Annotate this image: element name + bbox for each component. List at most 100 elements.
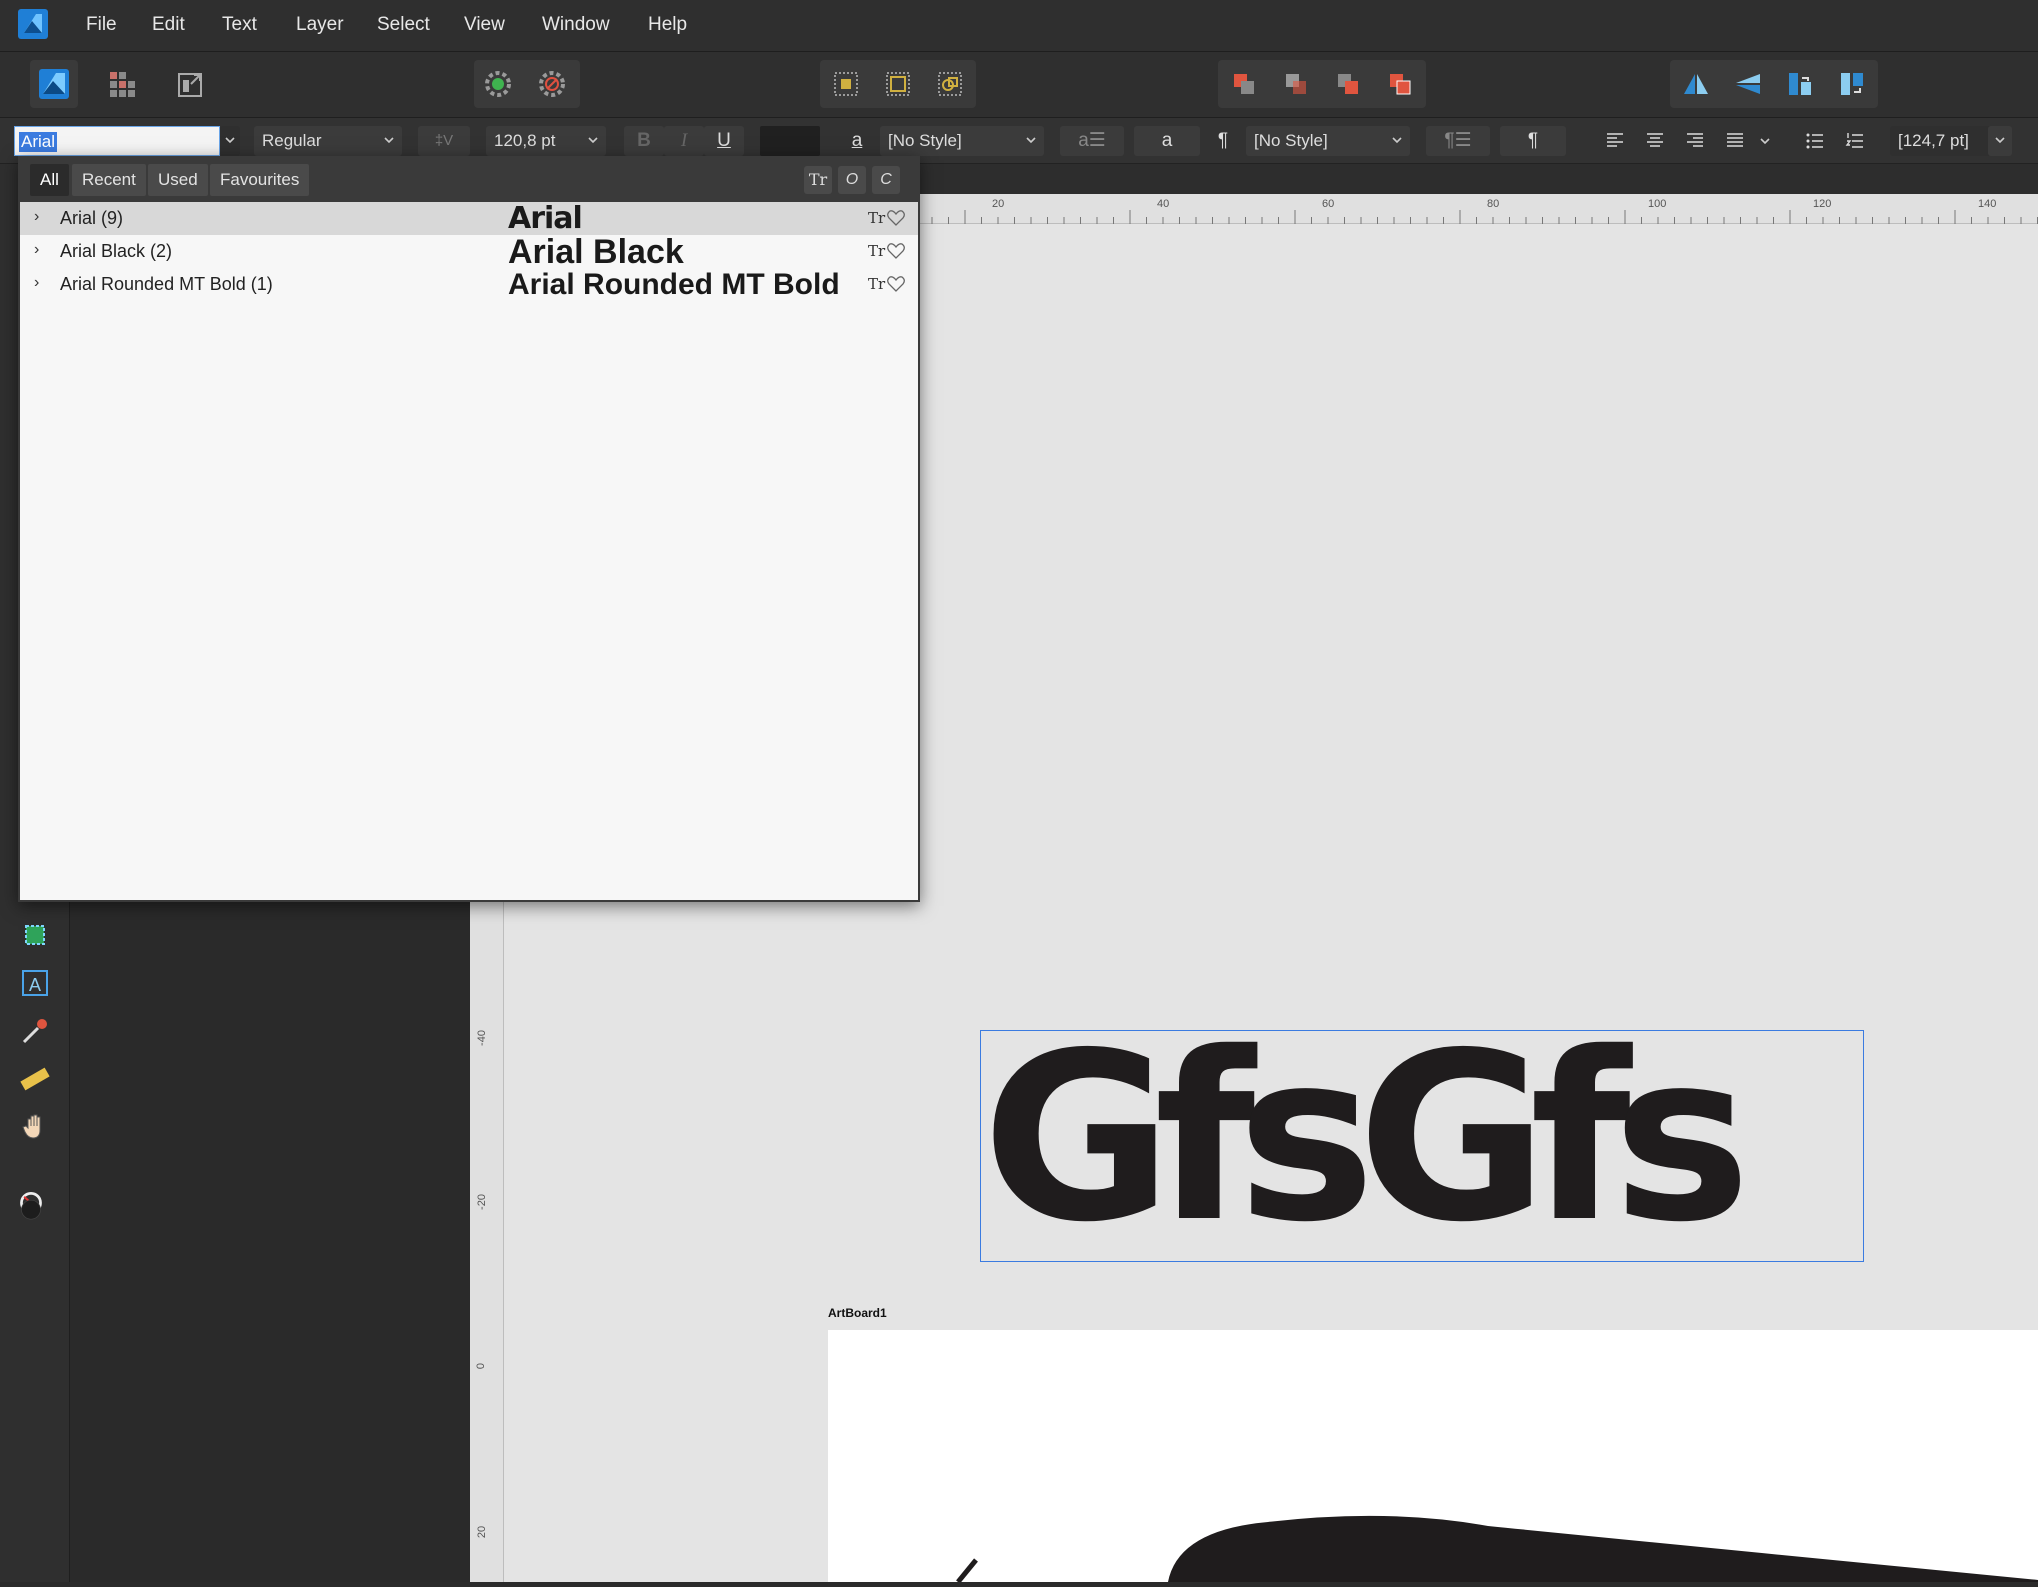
underline-button[interactable]: U [704, 126, 744, 156]
menu-select[interactable]: Select [377, 14, 430, 36]
create-character-style-button[interactable]: a☰ [1060, 126, 1124, 156]
bold-button[interactable]: B [624, 126, 664, 156]
ruler-icon [20, 1067, 50, 1091]
move-back-one-button[interactable] [1272, 60, 1320, 108]
font-row-name: Arial (9) [60, 208, 124, 228]
svg-text:A: A [29, 975, 41, 995]
ruler-tick: 80 [1487, 198, 1500, 210]
font-row-arial[interactable]: › Arial (9) Arial Tr [20, 202, 918, 235]
character-style-preview-button[interactable]: a [1134, 126, 1200, 156]
favourite-heart-icon[interactable] [886, 241, 906, 261]
font-row-preview: Arial Black [508, 235, 684, 269]
chevron-down-icon [1390, 132, 1404, 146]
menu-layer[interactable]: Layer [296, 14, 344, 36]
numbered-list-button[interactable] [1836, 126, 1874, 156]
paragraph-style-preview-button[interactable]: ¶ [1500, 126, 1566, 156]
move-to-back-button[interactable] [1220, 60, 1268, 108]
paragraph-style-dropdown[interactable]: [No Style] [1246, 126, 1410, 156]
artboard-shape [956, 1515, 2038, 1584]
justify-button[interactable] [1716, 126, 1754, 156]
rotate-left-button[interactable] [1776, 60, 1824, 108]
rotate-right-button[interactable] [1828, 60, 1876, 108]
flip-vertical-button[interactable] [1724, 60, 1772, 108]
select-geometry-button[interactable] [926, 60, 974, 108]
menu-window[interactable]: Window [542, 14, 610, 36]
rotate-left-icon [1789, 73, 1811, 95]
chevron-down-icon [1760, 138, 1770, 145]
menu-view[interactable]: View [464, 14, 505, 36]
arrange-back-icon [1234, 74, 1254, 94]
font-row-name: Arial Black (2) [60, 241, 173, 261]
snapping-options-button[interactable] [528, 60, 576, 108]
align-right-button[interactable] [1676, 126, 1714, 156]
expand-arrow-icon[interactable]: › [34, 241, 39, 259]
font-size-field[interactable]: 120,8 pt [486, 126, 606, 156]
move-forward-one-button[interactable] [1324, 60, 1372, 108]
designer-persona-button[interactable] [30, 60, 78, 108]
vector-crop-tool[interactable] [18, 918, 52, 952]
font-row-arial-black[interactable]: › Arial Black (2) Arial Black Tr [20, 235, 918, 269]
align-center-button[interactable] [1636, 126, 1674, 156]
italic-filter-icon[interactable]: O [838, 166, 866, 194]
leading-value: [124,7 pt] [1898, 131, 1969, 150]
ruler-tick: -20 [475, 1194, 488, 1210]
ruler-tick: 140 [1978, 198, 1997, 210]
flip-horizontal-button[interactable] [1672, 60, 1720, 108]
typeface-icon: Tr [868, 275, 886, 293]
character-style-value: [No Style] [888, 131, 962, 150]
selection-shapes-icon [938, 72, 962, 96]
ruler-tick: 60 [1322, 198, 1335, 210]
view-tool[interactable] [18, 1110, 52, 1144]
text-color-swatch[interactable] [760, 126, 820, 156]
justify-dropdown[interactable] [1754, 126, 1776, 156]
favourite-heart-icon[interactable] [886, 208, 906, 228]
frame-text-tool[interactable]: A [18, 966, 52, 1000]
vector-crop-icon [25, 925, 45, 945]
artboard-label[interactable]: ArtBoard1 [828, 1306, 887, 1320]
artistic-text[interactable]: GfsGfs [982, 1008, 1862, 1268]
font-family-dropdown[interactable] [220, 126, 240, 156]
ruler-tick: -40 [475, 1030, 488, 1046]
select-all-button[interactable] [822, 60, 870, 108]
tab-all[interactable]: All [30, 164, 69, 196]
typeface-filter-icon[interactable]: Tr [804, 166, 832, 194]
color-picker-tool[interactable] [18, 1014, 52, 1048]
character-style-dropdown[interactable]: [No Style] [880, 126, 1044, 156]
expand-arrow-icon[interactable]: › [34, 208, 39, 226]
expand-arrow-icon[interactable]: › [34, 274, 39, 292]
ruler-tick: 100 [1648, 198, 1667, 210]
italic-button[interactable]: I [664, 126, 704, 156]
move-to-front-button[interactable] [1376, 60, 1424, 108]
font-row-arial-rounded[interactable]: › Arial Rounded MT Bold (1) Arial Rounde… [20, 268, 918, 301]
create-paragraph-style-button[interactable]: ¶☰ [1426, 126, 1490, 156]
pixel-persona-button[interactable] [98, 60, 146, 108]
export-persona-button[interactable] [166, 60, 214, 108]
favourite-heart-icon[interactable] [886, 274, 906, 294]
tab-recent[interactable]: Recent [72, 164, 146, 196]
menu-edit[interactable]: Edit [152, 14, 185, 36]
script-filter-icon[interactable]: C [872, 166, 900, 194]
paragraph-style-value: [No Style] [1254, 131, 1328, 150]
tab-used[interactable]: Used [148, 164, 208, 196]
font-family-input[interactable]: Arial [14, 126, 220, 156]
measure-tool[interactable] [18, 1062, 52, 1096]
font-family-value: Arial [19, 132, 58, 152]
artboard[interactable] [828, 1330, 2038, 1584]
designer-persona-icon [39, 69, 69, 99]
tab-favourites[interactable]: Favourites [210, 164, 310, 196]
menu-bar: File Edit Text Layer Select View Window … [0, 0, 2038, 52]
menu-text[interactable]: Text [222, 14, 257, 36]
text-size-icon-button[interactable]: ‡V [418, 126, 470, 156]
snapping-button[interactable] [474, 60, 522, 108]
font-style-dropdown[interactable]: Regular [254, 126, 402, 156]
select-bounds-button[interactable] [874, 60, 922, 108]
justify-icon [1727, 133, 1743, 147]
leading-dropdown[interactable] [1988, 126, 2012, 156]
ruler-tick: 0 [475, 1362, 488, 1370]
menu-help[interactable]: Help [648, 14, 687, 36]
bullet-list-button[interactable] [1796, 126, 1834, 156]
chevron-down-icon [382, 132, 396, 146]
align-left-button[interactable] [1596, 126, 1634, 156]
color-swatches[interactable] [14, 1192, 54, 1242]
menu-file[interactable]: File [86, 14, 117, 36]
